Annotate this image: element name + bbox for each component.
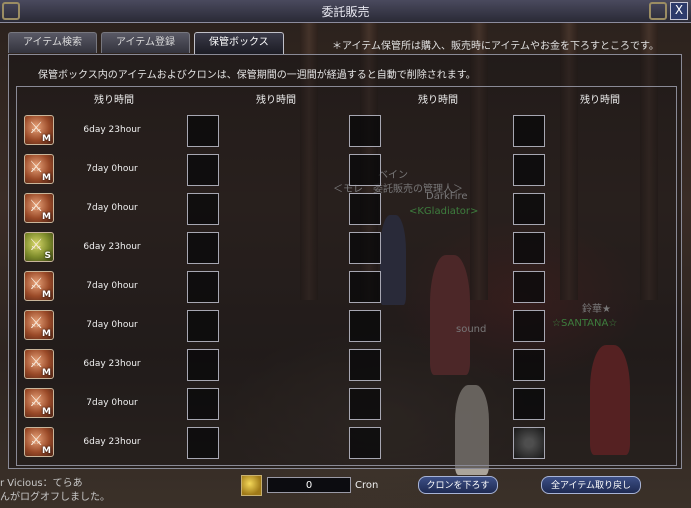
storage-slot[interactable] [513, 193, 545, 225]
storage-notice: 保管ボックス内のアイテムおよびクロンは、保管期間の一週間が経過すると自動で削除さ… [38, 70, 476, 81]
item-grade: M [42, 212, 51, 222]
bronze-sword-item-icon[interactable]: ⚔ M [24, 193, 54, 223]
storage-slot[interactable] [349, 115, 381, 147]
green-wand-item-icon[interactable]: ⚔ S [24, 232, 54, 262]
storage-slot[interactable] [349, 349, 381, 381]
item-grade: M [42, 329, 51, 339]
storage-slot[interactable] [513, 388, 545, 420]
remaining-time: 6day 23hour [83, 437, 141, 447]
tab-item-register[interactable]: アイテム登録 [101, 32, 190, 53]
bronze-sword-item-icon[interactable]: ⚔ M [24, 388, 54, 418]
bronze-sword-item-icon[interactable]: ⚔ M [24, 271, 54, 301]
return-all-items-button[interactable]: 全アイテム取り戻し [541, 476, 641, 494]
item-grade: M [42, 407, 51, 417]
cron-amount-field[interactable]: 0 [267, 477, 351, 493]
bronze-sword-item-icon[interactable]: ⚔ M [24, 427, 54, 457]
column-header-remaining-time: 残り時間 [94, 95, 134, 106]
tab-storage-box[interactable]: 保管ボックス [194, 32, 284, 55]
item-grade: S [44, 251, 51, 261]
item-grade: M [42, 134, 51, 144]
storage-slot[interactable] [349, 310, 381, 342]
item-grade: M [42, 446, 51, 456]
remaining-time: 7day 0hour [86, 281, 138, 291]
close-button[interactable]: X [670, 2, 688, 20]
item-grade: M [42, 173, 51, 183]
window-title: 委託販売 [321, 5, 370, 19]
storage-slot[interactable] [187, 271, 219, 303]
bronze-sword-item-icon[interactable]: ⚔ M [24, 154, 54, 184]
column-header-remaining-time: 残り時間 [418, 95, 458, 106]
remaining-time: 7day 0hour [86, 398, 138, 408]
bronze-sword-item-icon[interactable]: ⚔ M [24, 115, 54, 145]
storage-slot[interactable] [349, 271, 381, 303]
tab-item-search[interactable]: アイテム検索 [8, 32, 97, 53]
storage-slot[interactable] [349, 427, 381, 459]
consignment-window: 委託販売 X アイテム検索 アイテム登録 保管ボックス ＊アイテム保管所は購入、… [0, 0, 691, 508]
cron-unit-label: Cron [355, 480, 379, 491]
remaining-time: 6day 23hour [83, 359, 141, 369]
tab-bar: アイテム検索 アイテム登録 保管ボックス [8, 32, 284, 55]
storage-slot[interactable] [513, 349, 545, 381]
storage-slot[interactable] [349, 232, 381, 264]
bronze-sword-item-icon[interactable]: ⚔ M [24, 310, 54, 340]
storage-slot[interactable] [513, 154, 545, 186]
storage-slot[interactable] [187, 154, 219, 186]
storage-slot[interactable] [187, 115, 219, 147]
item-grade: M [42, 290, 51, 300]
column-header-remaining-time: 残り時間 [580, 95, 620, 106]
storage-grid [16, 86, 677, 466]
storage-slot[interactable] [513, 427, 545, 459]
storage-slot[interactable] [349, 154, 381, 186]
storage-slot[interactable] [513, 232, 545, 264]
corner-ornament-icon [649, 2, 667, 20]
cron-coin-icon [241, 475, 262, 496]
storage-slot[interactable] [187, 349, 219, 381]
storage-slot[interactable] [187, 232, 219, 264]
item-glyph-icon: ⚔ [29, 235, 44, 254]
storage-slot[interactable] [187, 310, 219, 342]
storage-slot[interactable] [349, 388, 381, 420]
storage-slot[interactable] [513, 271, 545, 303]
item-grade: M [42, 368, 51, 378]
remaining-time: 7day 0hour [86, 203, 138, 213]
storage-slot[interactable] [513, 310, 545, 342]
bronze-sword-item-icon[interactable]: ⚔ M [24, 349, 54, 379]
remaining-time: 7day 0hour [86, 320, 138, 330]
storage-slot[interactable] [187, 388, 219, 420]
storage-slot[interactable] [187, 427, 219, 459]
remaining-time: 6day 23hour [83, 242, 141, 252]
storage-slot[interactable] [513, 115, 545, 147]
remaining-time: 7day 0hour [86, 164, 138, 174]
column-header-remaining-time: 残り時間 [256, 95, 296, 106]
withdraw-cron-button[interactable]: クロンを下ろす [418, 476, 498, 494]
remaining-time: 6day 23hour [83, 125, 141, 135]
storage-slot[interactable] [349, 193, 381, 225]
title-bar[interactable]: 委託販売 X [0, 0, 691, 23]
storage-slot[interactable] [187, 193, 219, 225]
tab-note: ＊アイテム保管所は購入、販売時にアイテムやお金を下ろすところです。 [332, 41, 659, 52]
